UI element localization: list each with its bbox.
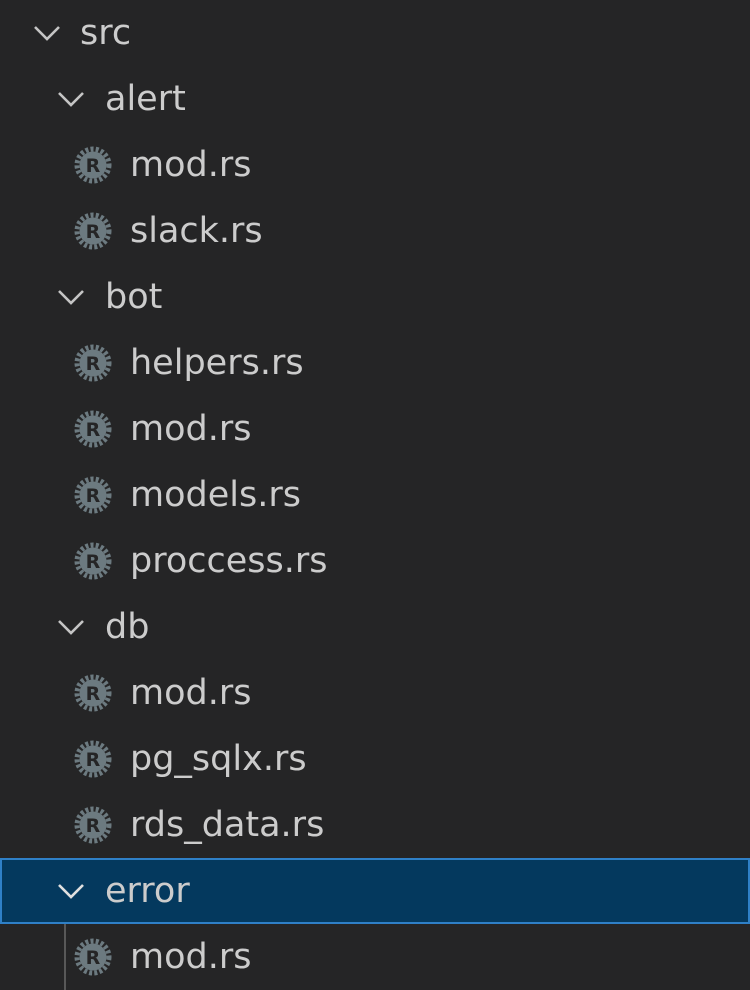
rust-file-icon: R <box>74 212 112 250</box>
tree-folder-db[interactable]: db <box>0 594 750 660</box>
svg-text:R: R <box>86 221 101 243</box>
tree-file-item[interactable]: R mod.rs <box>0 924 750 990</box>
tree-folder-error[interactable]: error <box>0 858 750 924</box>
svg-text:R: R <box>86 353 101 375</box>
file-label: proccess.rs <box>130 541 328 581</box>
rust-file-icon: R <box>74 938 112 976</box>
svg-text:R: R <box>86 551 101 573</box>
tree-file-item[interactable]: R proccess.rs <box>0 528 750 594</box>
file-label: mod.rs <box>130 673 252 713</box>
file-label: models.rs <box>130 475 301 515</box>
rust-file-icon: R <box>74 740 112 778</box>
rust-file-icon: R <box>74 476 112 514</box>
svg-text:R: R <box>86 155 101 177</box>
chevron-down-icon[interactable] <box>56 616 86 638</box>
folder-label: src <box>80 13 132 53</box>
rust-file-icon: R <box>74 146 112 184</box>
chevron-down-icon[interactable] <box>56 880 86 902</box>
file-label: mod.rs <box>130 409 252 449</box>
rust-file-icon: R <box>74 674 112 712</box>
tree-file-item[interactable]: R slack.rs <box>0 198 750 264</box>
tree-file-item[interactable]: R mod.rs <box>0 660 750 726</box>
chevron-down-icon[interactable] <box>56 286 86 308</box>
file-label: slack.rs <box>130 211 263 251</box>
svg-text:R: R <box>86 419 101 441</box>
file-label: mod.rs <box>130 145 252 185</box>
rust-file-icon: R <box>74 542 112 580</box>
tree-folder-alert[interactable]: alert <box>0 66 750 132</box>
chevron-down-icon[interactable] <box>32 22 62 44</box>
svg-text:R: R <box>86 485 101 507</box>
tree-file-item[interactable]: R rds_data.rs <box>0 792 750 858</box>
tree-file-item[interactable]: R helpers.rs <box>0 330 750 396</box>
svg-text:R: R <box>86 947 101 969</box>
folder-label: bot <box>105 277 163 317</box>
svg-text:R: R <box>86 815 101 837</box>
file-label: mod.rs <box>130 937 252 977</box>
tree-folder-bot[interactable]: bot <box>0 264 750 330</box>
file-explorer-tree: src alert R mod.rs R slack.rs bot R help… <box>0 0 750 990</box>
folder-label: error <box>105 871 190 911</box>
svg-text:R: R <box>86 749 101 771</box>
tree-file-item[interactable]: R pg_sqlx.rs <box>0 726 750 792</box>
rust-file-icon: R <box>74 344 112 382</box>
tree-file-item[interactable]: R models.rs <box>0 462 750 528</box>
tree-folder-src[interactable]: src <box>0 0 750 66</box>
tree-file-item[interactable]: R mod.rs <box>0 132 750 198</box>
rust-file-icon: R <box>74 410 112 448</box>
folder-label: alert <box>105 79 186 119</box>
chevron-down-icon[interactable] <box>56 88 86 110</box>
folder-label: db <box>105 607 150 647</box>
file-label: rds_data.rs <box>130 805 325 845</box>
file-label: helpers.rs <box>130 343 304 383</box>
tree-file-item[interactable]: R mod.rs <box>0 396 750 462</box>
svg-text:R: R <box>86 683 101 705</box>
file-label: pg_sqlx.rs <box>130 739 307 779</box>
rust-file-icon: R <box>74 806 112 844</box>
